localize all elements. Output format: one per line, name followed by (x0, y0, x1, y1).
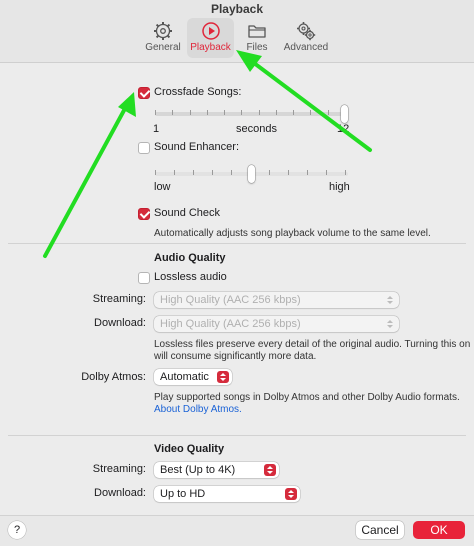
dolby-atmos-value: Automatic (160, 371, 209, 383)
chevron-updown-icon (384, 318, 396, 330)
sound-check-label: Sound Check (154, 207, 221, 219)
slider-tick (189, 110, 191, 115)
tab-advanced[interactable]: Advanced (280, 18, 332, 58)
sound-check-checkbox[interactable] (138, 208, 150, 220)
slider-tick (241, 110, 243, 115)
enhancer-slider-thumb[interactable] (248, 165, 255, 183)
crossfade-checkbox[interactable] (138, 87, 150, 99)
slider-tick (345, 170, 346, 175)
slider-tick (174, 170, 175, 175)
dolby-atmos-popup[interactable]: Automatic (154, 369, 232, 385)
tab-advanced-label: Advanced (283, 42, 329, 53)
audio-streaming-popup[interactable]: High Quality (AAC 256 kbps) (154, 292, 399, 308)
video-streaming-value: Best (Up to 4K) (160, 464, 236, 476)
enhancer-high-label: high (329, 181, 350, 193)
slider-tick (310, 110, 312, 115)
help-button[interactable]: ? (8, 521, 26, 539)
audio-download-value: High Quality (AAC 256 kbps) (160, 318, 301, 330)
slider-tick (224, 110, 226, 115)
arrow-to-playback-tab (248, 58, 372, 152)
ok-button[interactable]: OK (413, 521, 465, 539)
folder-icon (248, 25, 266, 38)
slider-tick (231, 170, 232, 175)
crossfade-min-label: 1 (153, 123, 160, 135)
arrow-to-crossfade (43, 101, 130, 258)
tab-files-label: Files (246, 42, 268, 53)
video-download-value: Up to HD (160, 488, 206, 500)
slider-tick (327, 110, 329, 115)
slider-tick (293, 110, 295, 115)
enhancer-low-label: low (154, 181, 171, 193)
lossless-note-line2: will consume significantly more data. (154, 351, 317, 362)
audio-streaming-value: High Quality (AAC 256 kbps) (160, 294, 301, 306)
slider-tick (155, 170, 156, 175)
dolby-atmos-label: Dolby Atmos: (81, 371, 146, 383)
crossfade-slider-track[interactable] (155, 112, 348, 116)
separator (8, 435, 466, 436)
about-dolby-atmos-link[interactable]: About Dolby Atmos. (154, 403, 242, 416)
audio-streaming-label: Streaming: (92, 293, 146, 305)
crossfade-label: Crossfade Songs: (154, 86, 242, 98)
tab-playback-label: Playback (190, 42, 231, 53)
slider-tick (258, 110, 260, 115)
chevron-updown-icon (285, 488, 297, 500)
lossless-checkbox[interactable] (138, 272, 150, 284)
tab-general[interactable]: General (141, 18, 185, 58)
slider-tick (155, 110, 156, 115)
slider-tick (269, 170, 270, 175)
video-quality-heading: Video Quality (154, 443, 225, 455)
chevron-updown-icon (384, 294, 396, 306)
tab-files[interactable]: Files (238, 18, 276, 58)
window-title: Playback (210, 2, 264, 16)
tab-playback[interactable]: Playback (187, 18, 234, 58)
audio-download-label: Download: (94, 317, 146, 329)
slider-tick (307, 170, 308, 175)
chevron-updown-icon (217, 371, 229, 383)
crossfade-slider-thumb[interactable] (341, 105, 348, 123)
sound-enhancer-checkbox[interactable] (138, 142, 150, 154)
gear-icon (154, 22, 172, 40)
arrowhead-to-crossfade (118, 92, 136, 117)
cancel-button[interactable]: Cancel (356, 521, 404, 539)
video-streaming-label: Streaming: (92, 463, 146, 475)
slider-tick (288, 170, 289, 175)
slider-tick (206, 110, 208, 115)
crossfade-unit-label: seconds (236, 123, 277, 135)
separator (8, 243, 466, 244)
audio-download-popup[interactable]: High Quality (AAC 256 kbps) (154, 316, 399, 332)
crossfade-max-label: 12 (337, 123, 350, 135)
video-download-label: Download: (94, 487, 146, 499)
tab-general-label: General (145, 42, 181, 53)
sound-check-description: Automatically adjusts song playback volu… (154, 228, 431, 239)
audio-quality-heading: Audio Quality (154, 252, 226, 264)
slider-tick (326, 170, 327, 175)
slider-tick (275, 110, 277, 115)
gears-icon (297, 22, 316, 41)
video-streaming-popup[interactable]: Best (Up to 4K) (154, 462, 279, 478)
slider-tick (172, 110, 174, 115)
slider-tick (212, 170, 213, 175)
slider-tick (193, 170, 194, 175)
chevron-updown-icon (264, 464, 276, 476)
sound-enhancer-label: Sound Enhancer: (154, 141, 240, 153)
lossless-label: Lossless audio (154, 271, 227, 283)
video-download-popup[interactable]: Up to HD (154, 486, 300, 502)
play-circle-icon (201, 22, 220, 40)
